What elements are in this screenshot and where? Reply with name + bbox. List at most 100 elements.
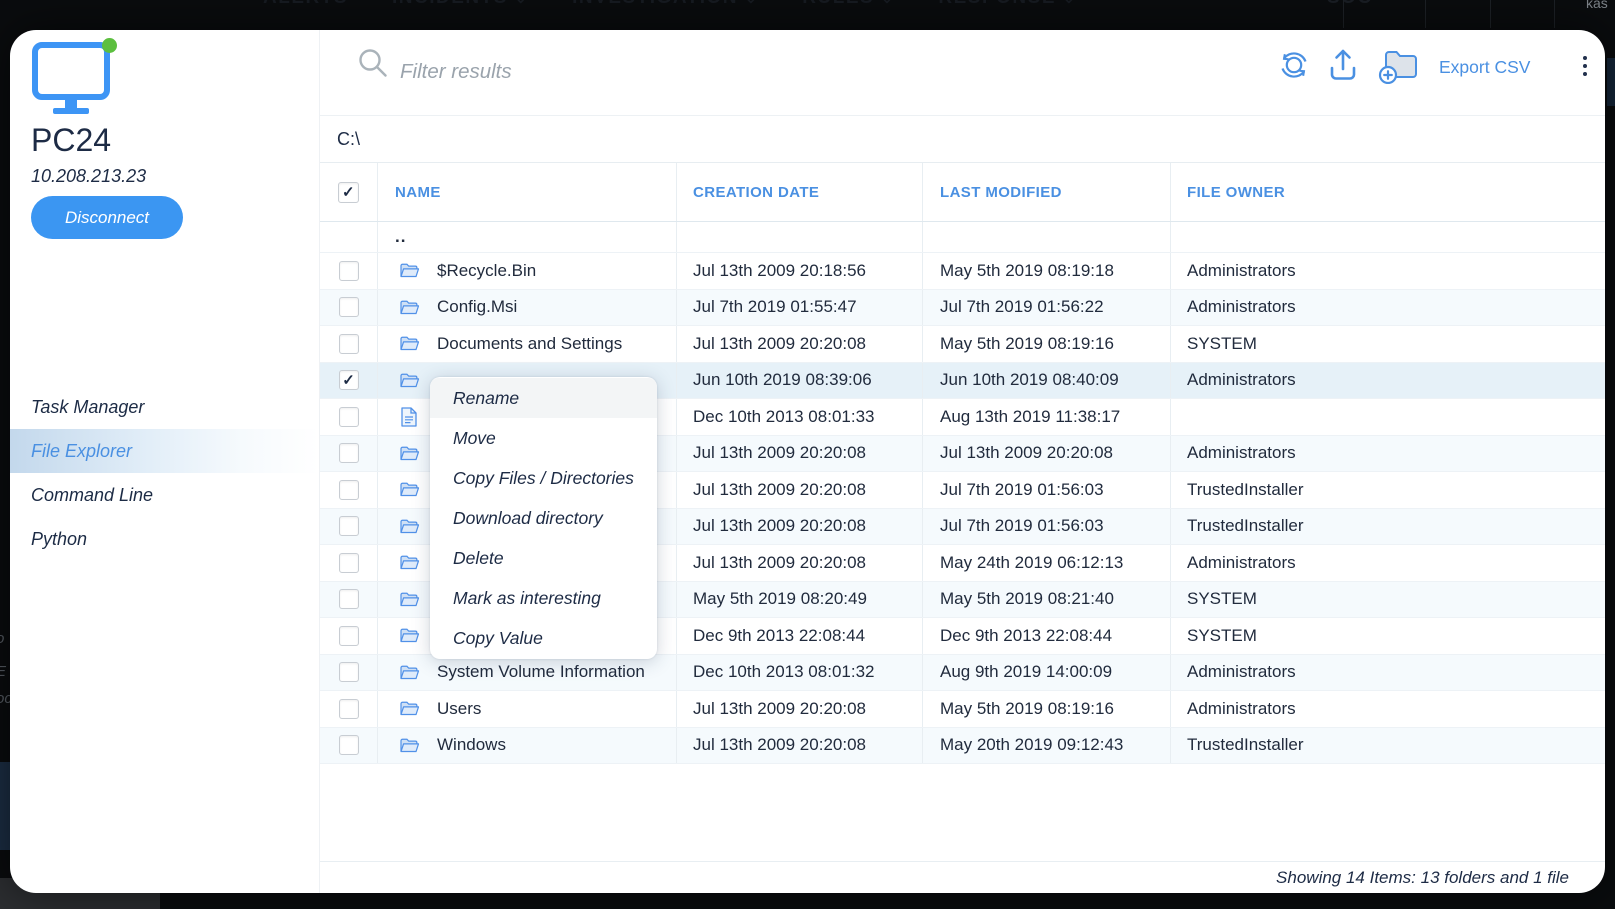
last-modified: May 5th 2019 08:19:16 bbox=[923, 691, 1171, 727]
last-modified: Jul 7th 2019 01:56:03 bbox=[923, 472, 1171, 508]
sidebar-item-task-manager[interactable]: Task Manager bbox=[10, 385, 319, 429]
remote-host-panel: PC24 10.208.213.23 Disconnect Task Manag… bbox=[10, 30, 1605, 893]
creation-date: Jul 13th 2009 20:20:08 bbox=[677, 545, 923, 581]
row-checkbox[interactable] bbox=[320, 436, 378, 472]
row-checkbox[interactable] bbox=[320, 655, 378, 691]
row-checkbox[interactable] bbox=[320, 618, 378, 654]
creation-date: Jul 7th 2019 01:55:47 bbox=[677, 290, 923, 326]
monitor-screen bbox=[32, 42, 110, 100]
search-icon bbox=[356, 46, 390, 80]
table-row[interactable]: System Volume Information Dec 10th 2013 … bbox=[320, 655, 1605, 692]
monitor-icon bbox=[32, 42, 120, 114]
breadcrumb-path[interactable]: C:\ bbox=[337, 129, 360, 150]
bg-top-nav: ALERTSINCIDENTS⌄INVESTIGATION⌄RULES⌄RESP… bbox=[263, 0, 1076, 9]
last-modified: Dec 9th 2013 22:08:44 bbox=[923, 618, 1171, 654]
row-checkbox[interactable] bbox=[320, 326, 378, 362]
bg-nav-item-incidents: INCIDENTS⌄ bbox=[392, 0, 528, 9]
column-header-name[interactable]: NAME bbox=[378, 163, 677, 221]
file-owner: SYSTEM bbox=[1171, 582, 1605, 618]
sidebar-item-file-explorer[interactable]: File Explorer bbox=[10, 429, 319, 473]
folder-icon bbox=[399, 664, 420, 681]
sidebar-item-python[interactable]: Python bbox=[10, 517, 319, 561]
creation-date: Jun 10th 2019 08:39:06 bbox=[677, 363, 923, 399]
table-row[interactable]: Documents and Settings Jul 13th 2009 20:… bbox=[320, 326, 1605, 363]
disconnect-button[interactable]: Disconnect bbox=[31, 196, 183, 239]
folder-icon bbox=[399, 481, 420, 498]
row-checkbox[interactable] bbox=[320, 582, 378, 618]
folder-icon bbox=[399, 591, 420, 608]
creation-date: May 5th 2019 08:20:49 bbox=[677, 582, 923, 618]
last-modified: May 5th 2019 08:21:40 bbox=[923, 582, 1171, 618]
parent-directory-label: .. bbox=[378, 222, 677, 252]
filter-input[interactable] bbox=[400, 44, 960, 100]
tools-menu: Task Manager File Explorer Command Line Pyt… bbox=[10, 385, 319, 561]
last-modified: Jul 13th 2009 20:20:08 bbox=[923, 436, 1171, 472]
select-all-checkbox[interactable]: ✓ bbox=[320, 163, 378, 221]
creation-date: Jul 13th 2009 20:20:08 bbox=[677, 326, 923, 362]
column-header-file-owner[interactable]: FILE OWNER bbox=[1171, 163, 1605, 221]
bg-divider bbox=[1343, 0, 1344, 28]
menu-item-move[interactable]: Move bbox=[430, 418, 657, 458]
menu-item-rename[interactable]: Rename bbox=[430, 378, 657, 418]
sidebar-item-label: Task Manager bbox=[31, 397, 144, 418]
file-name: Windows bbox=[437, 735, 506, 755]
menu-item-delete[interactable]: Delete bbox=[430, 538, 657, 578]
menu-item-copy-files-directories[interactable]: Copy Files / Directories bbox=[430, 458, 657, 498]
new-folder-icon bbox=[1378, 50, 1420, 84]
file-owner: Administrators bbox=[1171, 290, 1605, 326]
sidebar-item-command-line[interactable]: Command Line bbox=[10, 473, 319, 517]
items-summary: Showing 14 Items: 13 folders and 1 file bbox=[1276, 868, 1569, 888]
new-folder-button[interactable] bbox=[1378, 50, 1420, 84]
sidebar-item-label: Command Line bbox=[31, 485, 153, 506]
column-header-creation-date[interactable]: CREATION DATE bbox=[677, 163, 923, 221]
folder-icon bbox=[399, 299, 420, 316]
folder-icon bbox=[399, 335, 420, 352]
row-checkbox[interactable] bbox=[320, 509, 378, 545]
online-status-dot bbox=[102, 38, 117, 53]
file-owner: Administrators bbox=[1171, 691, 1605, 727]
export-csv-button[interactable]: Export CSV bbox=[1439, 57, 1530, 78]
folder-icon bbox=[399, 737, 420, 754]
creation-date: Jul 13th 2009 20:20:08 bbox=[677, 728, 923, 764]
menu-item-copy-value[interactable]: Copy Value bbox=[430, 618, 657, 658]
folder-icon bbox=[399, 445, 420, 462]
bg-nav-item-investigation: INVESTIGATION⌄ bbox=[572, 0, 758, 9]
menu-item-download-directory[interactable]: Download directory bbox=[430, 498, 657, 538]
menu-item-mark-as-interesting[interactable]: Mark as interesting bbox=[430, 578, 657, 618]
row-checkbox[interactable]: ✓ bbox=[320, 363, 378, 399]
folder-icon bbox=[399, 627, 420, 644]
table-row[interactable]: $Recycle.Bin Jul 13th 2009 20:18:56 May … bbox=[320, 253, 1605, 290]
last-modified: Jul 7th 2019 01:56:03 bbox=[923, 509, 1171, 545]
kebab-menu-button[interactable] bbox=[1575, 52, 1595, 92]
row-checkbox[interactable] bbox=[320, 691, 378, 727]
file-name: Users bbox=[437, 699, 481, 719]
last-modified: May 24th 2019 06:12:13 bbox=[923, 545, 1171, 581]
file-owner: Administrators bbox=[1171, 436, 1605, 472]
sidebar-item-label: Python bbox=[31, 529, 87, 550]
chevron-down-icon: ⌄ bbox=[745, 0, 758, 6]
file-owner: TrustedInstaller bbox=[1171, 472, 1605, 508]
row-checkbox[interactable] bbox=[320, 253, 378, 289]
bg-nav-item-response: RESPONSE⌄ bbox=[938, 0, 1076, 9]
refresh-button[interactable] bbox=[1276, 47, 1312, 83]
toolbar: Export CSV bbox=[320, 30, 1605, 115]
file-name: Config.Msi bbox=[437, 297, 517, 317]
upload-button[interactable] bbox=[1326, 46, 1360, 82]
row-checkbox[interactable] bbox=[320, 472, 378, 508]
bg-soc-label: SOC bbox=[1327, 0, 1373, 9]
table-row[interactable]: Windows Jul 13th 2009 20:20:08 May 20th … bbox=[320, 728, 1605, 765]
bg-divider bbox=[1554, 0, 1555, 28]
parent-directory-row[interactable]: .. bbox=[320, 222, 1605, 253]
row-checkbox[interactable] bbox=[320, 290, 378, 326]
row-checkbox[interactable] bbox=[320, 728, 378, 764]
row-checkbox[interactable] bbox=[320, 545, 378, 581]
table-row[interactable]: Config.Msi Jul 7th 2019 01:55:47 Jul 7th… bbox=[320, 290, 1605, 327]
bg-corner-label: kas bbox=[1586, 0, 1608, 11]
last-modified: May 5th 2019 08:19:16 bbox=[923, 326, 1171, 362]
row-checkbox[interactable] bbox=[320, 399, 378, 435]
table-row[interactable]: Users Jul 13th 2009 20:20:08 May 5th 201… bbox=[320, 691, 1605, 728]
creation-date: Jul 13th 2009 20:20:08 bbox=[677, 436, 923, 472]
column-header-last-modified[interactable]: LAST MODIFIED bbox=[923, 163, 1171, 221]
file-owner: Administrators bbox=[1171, 363, 1605, 399]
last-modified: Jun 10th 2019 08:40:09 bbox=[923, 363, 1171, 399]
